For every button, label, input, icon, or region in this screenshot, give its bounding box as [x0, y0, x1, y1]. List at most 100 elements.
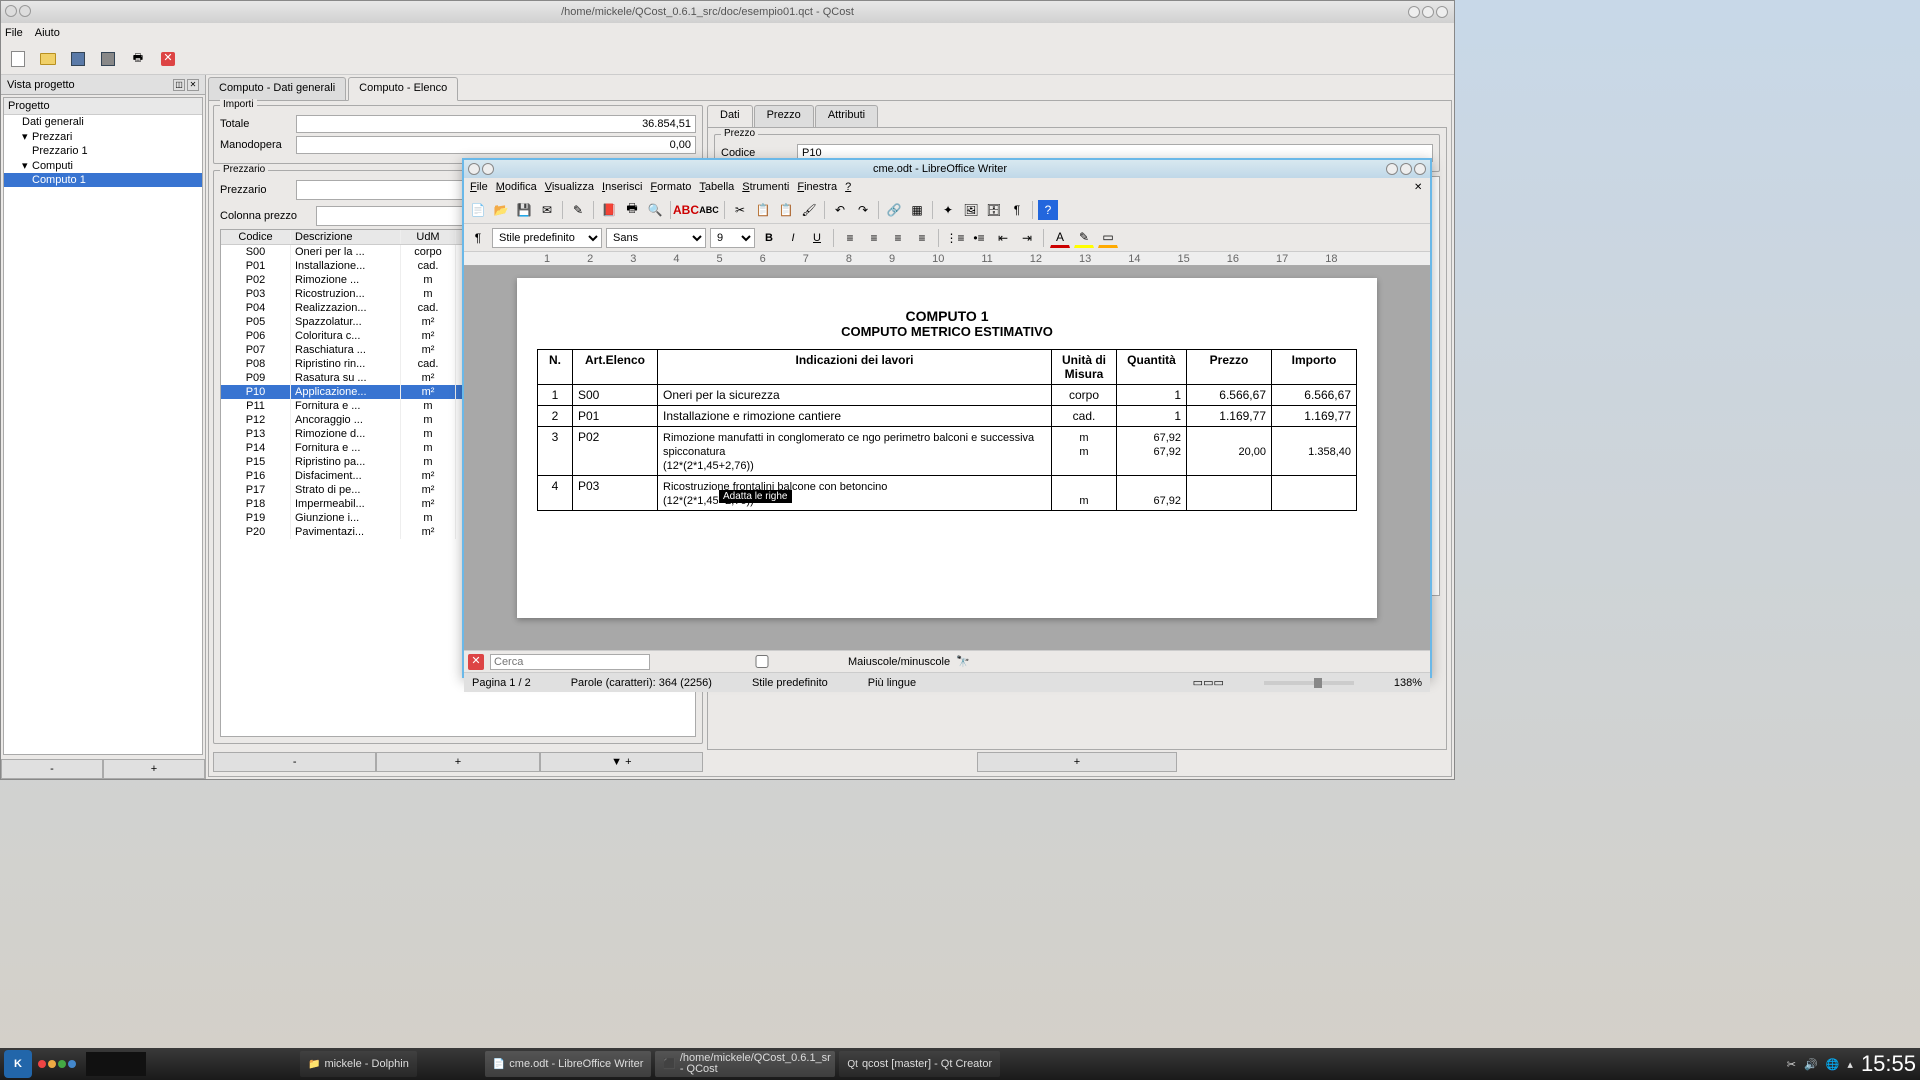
volume-icon[interactable]: 🔊	[1804, 1058, 1818, 1071]
open-icon[interactable]: 📂	[491, 200, 511, 220]
bold-icon[interactable]: B	[759, 228, 779, 248]
lo-menu-visualizza[interactable]: Visualizza	[545, 181, 594, 193]
open-button[interactable]	[37, 48, 59, 70]
lo-menu-formato[interactable]: Formato	[650, 181, 691, 193]
align-center-icon[interactable]: ≡	[864, 228, 884, 248]
font-size-select[interactable]: 9	[710, 228, 755, 248]
tree-prezzari[interactable]: ▾Prezzari	[4, 129, 202, 144]
list-bullet-icon[interactable]: •≡	[969, 228, 989, 248]
tree-computi[interactable]: ▾Computi	[4, 158, 202, 173]
zoom-slider[interactable]	[1264, 681, 1354, 685]
indent-dec-icon[interactable]: ⇤	[993, 228, 1013, 248]
save-button[interactable]	[67, 48, 89, 70]
redo-icon[interactable]: ↷	[853, 200, 873, 220]
lo-menu-file[interactable]: File	[470, 181, 488, 193]
lo-max-button[interactable]	[1400, 163, 1412, 175]
find-input[interactable]	[490, 654, 650, 670]
align-right-icon[interactable]: ≡	[888, 228, 908, 248]
italic-icon[interactable]: I	[783, 228, 803, 248]
win-menu-icon[interactable]	[5, 5, 17, 17]
lo-menu-tabella[interactable]: Tabella	[699, 181, 734, 193]
pdf-icon[interactable]: 📕	[599, 200, 619, 220]
gallery-icon[interactable]: 🖼	[961, 200, 981, 220]
paste-icon[interactable]: 📋	[776, 200, 796, 220]
maximize-button[interactable]	[1422, 6, 1434, 18]
close-button[interactable]	[1436, 6, 1448, 18]
panel-close-icon[interactable]: ✕	[187, 79, 199, 91]
clock[interactable]: 15:55	[1861, 1051, 1916, 1077]
document-viewport[interactable]: Adatta le righe COMPUTO 1 COMPUTO METRIC…	[464, 266, 1430, 650]
activity-dots[interactable]	[38, 1060, 76, 1068]
font-family-select[interactable]: Sans	[606, 228, 706, 248]
hyperlink-icon[interactable]: 🔗	[884, 200, 904, 220]
email-icon[interactable]: ✉	[537, 200, 557, 220]
price-insert-button[interactable]: ▼ +	[540, 752, 703, 772]
rtab-attributi[interactable]: Attributi	[815, 105, 878, 127]
align-justify-icon[interactable]: ≡	[912, 228, 932, 248]
table-icon[interactable]: ▦	[907, 200, 927, 220]
rtab-prezzo[interactable]: Prezzo	[754, 105, 814, 127]
navigator-icon[interactable]: ✦	[938, 200, 958, 220]
lo-menu-modifica[interactable]: Modifica	[496, 181, 537, 193]
lo-close-button[interactable]	[1414, 163, 1426, 175]
case-checkbox[interactable]	[682, 655, 842, 668]
detach-icon[interactable]: ◫	[173, 79, 185, 91]
win-pin-icon[interactable]	[19, 5, 31, 17]
copy-icon[interactable]: 📋	[753, 200, 773, 220]
binoculars-icon[interactable]: 🔭	[956, 655, 970, 668]
project-tree[interactable]: Progetto Dati generali ▾Prezzari Prezzar…	[3, 97, 203, 755]
tree-prezzario1[interactable]: Prezzario 1	[4, 144, 202, 158]
save-icon[interactable]: 💾	[514, 200, 534, 220]
lo-menu-?[interactable]: ?	[845, 181, 851, 193]
tree-dati-generali[interactable]: Dati generali	[4, 115, 202, 129]
save-as-button[interactable]	[97, 48, 119, 70]
task-dolphin[interactable]: 📁 mickele - Dolphin	[300, 1051, 417, 1077]
price-remove-button[interactable]: -	[213, 752, 376, 772]
tab-dati-generali[interactable]: Computo - Dati generali	[208, 77, 346, 101]
minimize-button[interactable]	[1408, 6, 1420, 18]
task-qcost[interactable]: ⬛ /home/mickele/QCost_0.6.1_sr- QCost	[655, 1051, 835, 1077]
find-close-icon[interactable]: ✕	[468, 654, 484, 670]
new-doc-button[interactable]	[7, 48, 29, 70]
rtab-dati[interactable]: Dati	[707, 105, 753, 127]
tray-icon[interactable]: ✂	[1787, 1058, 1796, 1071]
zoom-value[interactable]: 138%	[1394, 677, 1422, 689]
cut-icon[interactable]: ✂	[730, 200, 750, 220]
detail-add-button[interactable]: +	[977, 752, 1177, 772]
help-icon[interactable]: ?	[1038, 200, 1058, 220]
menu-aiuto[interactable]: Aiuto	[35, 27, 60, 39]
tab-elenco[interactable]: Computo - Elenco	[348, 77, 458, 101]
nonprint-icon[interactable]: ¶	[1007, 200, 1027, 220]
lo-menu-inserisci[interactable]: Inserisci	[602, 181, 642, 193]
bg-color-icon[interactable]: ▭	[1098, 228, 1118, 248]
lo-min-button[interactable]	[1386, 163, 1398, 175]
list-num-icon[interactable]: ⋮≡	[945, 228, 965, 248]
indent-inc-icon[interactable]: ⇥	[1017, 228, 1037, 248]
menu-file[interactable]: File	[5, 27, 23, 39]
format-paint-icon[interactable]: 🖌	[799, 200, 819, 220]
lo-doc-close-icon[interactable]: ✕	[1414, 182, 1426, 194]
lo-menu-finestra[interactable]: Finestra	[797, 181, 837, 193]
autocheck-icon[interactable]: ABC	[699, 200, 719, 220]
task-libreoffice[interactable]: 📄 cme.odt - LibreOffice Writer	[485, 1051, 652, 1077]
lo-app-icon[interactable]	[468, 163, 480, 175]
datasource-icon[interactable]: 🗄	[984, 200, 1004, 220]
task-qtcreator[interactable]: Qt qcost [master] - Qt Creator	[839, 1051, 1000, 1077]
network-icon[interactable]: 🌐	[1826, 1058, 1840, 1071]
tree-add-button[interactable]: +	[103, 759, 205, 779]
new-icon[interactable]: 📄	[468, 200, 488, 220]
exit-button[interactable]: ✕	[157, 48, 179, 70]
styles-icon[interactable]: ¶	[468, 228, 488, 248]
lo-menu-strumenti[interactable]: Strumenti	[742, 181, 789, 193]
lo-pin-icon[interactable]	[482, 163, 494, 175]
tree-remove-button[interactable]: -	[1, 759, 103, 779]
spellcheck-icon[interactable]: ABC	[676, 200, 696, 220]
highlight-icon[interactable]: ✎	[1074, 228, 1094, 248]
print-button[interactable]: 🖶	[127, 48, 149, 70]
underline-icon[interactable]: U	[807, 228, 827, 248]
pager[interactable]	[86, 1052, 146, 1076]
align-left-icon[interactable]: ≡	[840, 228, 860, 248]
paragraph-style-select[interactable]: Stile predefinito	[492, 228, 602, 248]
font-color-icon[interactable]: A	[1050, 228, 1070, 248]
tree-computo1[interactable]: Computo 1	[4, 173, 202, 187]
